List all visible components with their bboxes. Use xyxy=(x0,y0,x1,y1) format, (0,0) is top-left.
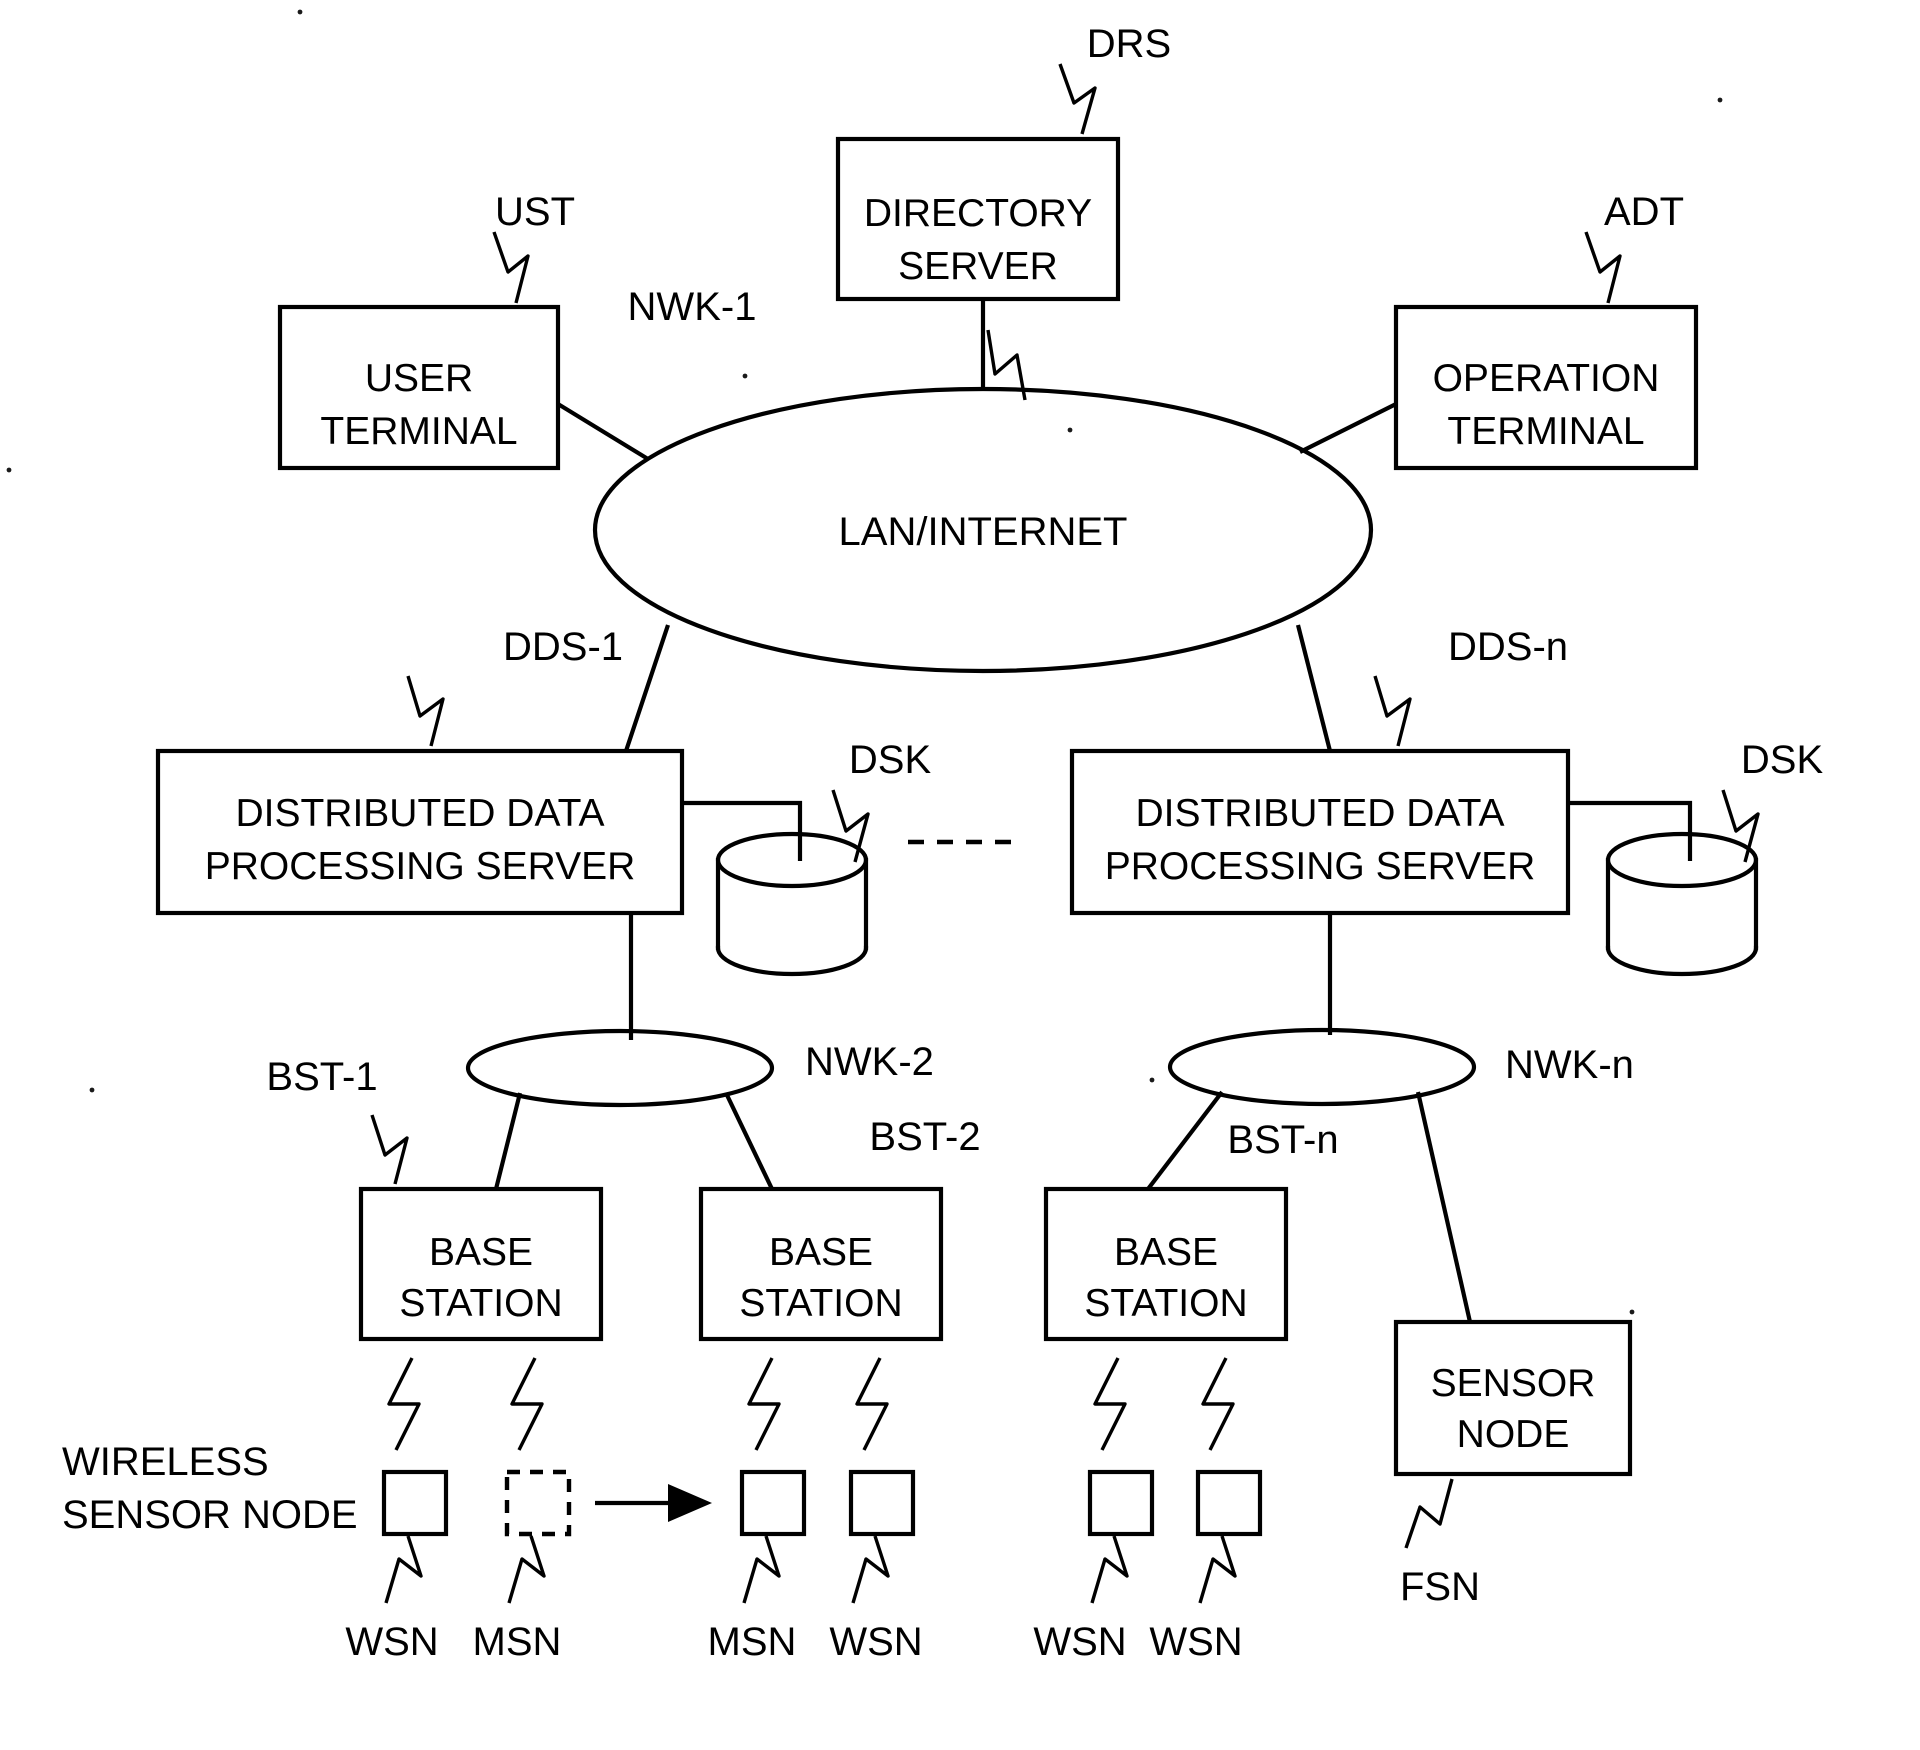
dds-1-ref-label: DDS-1 xyxy=(503,625,623,669)
directory-server-node[interactable]: DIRECTORY SERVER xyxy=(835,136,1121,302)
wireless-link-bolt-2 xyxy=(510,1357,544,1451)
bst-n-ref-label: BST-n xyxy=(1227,1118,1338,1162)
wsn1-leader xyxy=(384,1535,423,1604)
ddsn-leader xyxy=(1373,675,1412,747)
dds-n-disk[interactable] xyxy=(1568,800,1759,977)
dds-1-node[interactable]: DISTRIBUTED DATA PROCESSING SERVER xyxy=(155,748,685,916)
drs-leader xyxy=(1058,63,1097,135)
fsn-leader xyxy=(1404,1478,1454,1549)
sensor-node-square-3[interactable] xyxy=(739,1469,807,1537)
bst-1-label-line1: BASE xyxy=(429,1231,533,1274)
user-terminal-ref-label: UST xyxy=(495,190,575,234)
dds-1-label-line1: DISTRIBUTED DATA xyxy=(235,792,604,835)
link-nwk2-to-bst2 xyxy=(724,1092,774,1190)
nwk-n-ref-label: NWK-n xyxy=(1505,1043,1634,1087)
sensor-ref-label-5: WSN xyxy=(1033,1620,1126,1664)
lan-internet-cloud[interactable]: LAN/INTERNET xyxy=(592,386,1374,674)
wsn4-leader xyxy=(851,1535,890,1604)
link-nwkn-to-bstn xyxy=(1146,1090,1224,1191)
nwk-n-network[interactable] xyxy=(1167,1027,1477,1107)
sensor-node-square-1[interactable] xyxy=(381,1469,449,1537)
legend-label-line1: WIRELESS xyxy=(62,1440,269,1484)
wireless-link-bolt-5 xyxy=(1093,1357,1127,1451)
dds-n-node[interactable]: DISTRIBUTED DATA PROCESSING SERVER xyxy=(1069,748,1571,916)
user-terminal-label-line1: USER xyxy=(365,357,473,400)
dds-n-label-line2: PROCESSING SERVER xyxy=(1105,845,1536,888)
base-station-n-node[interactable]: BASE STATION xyxy=(1043,1186,1289,1342)
dds-1-disk-ref-label: DSK xyxy=(849,738,932,782)
sensor-ref-label-6: WSN xyxy=(1149,1620,1242,1664)
sensor-ref-label-4: WSN xyxy=(829,1620,922,1664)
link-nwkn-to-fsn xyxy=(1415,1091,1473,1323)
link-ust-to-lan xyxy=(556,402,650,461)
nwk-2-ref-label: NWK-2 xyxy=(805,1040,934,1084)
user-terminal-label-line2: TERMINAL xyxy=(320,410,517,453)
diagram-svg: DIRECTORY SERVER DRS USER TERMINAL UST O… xyxy=(6,9,1824,1664)
operation-terminal-ref-label: ADT xyxy=(1604,190,1684,234)
sensor-ref-label-2: MSN xyxy=(473,1620,562,1664)
ust-leader xyxy=(492,231,530,304)
wireless-link-bolt-3 xyxy=(747,1357,781,1451)
wsn6-leader xyxy=(1198,1535,1237,1604)
sensor-ref-label-1: WSN xyxy=(345,1620,438,1664)
base-station-2-node[interactable]: BASE STATION xyxy=(698,1186,944,1342)
base-station-1-node[interactable]: BASE STATION xyxy=(358,1186,604,1342)
figure-canvas: DIRECTORY SERVER DRS USER TERMINAL UST O… xyxy=(0,0,1920,1750)
sensor-node-square-6[interactable] xyxy=(1195,1469,1263,1537)
operation-terminal-node[interactable]: OPERATION TERMINAL xyxy=(1393,304,1699,471)
directory-server-label-line1: DIRECTORY xyxy=(864,192,1092,235)
sensor-node-square-2-mobile[interactable] xyxy=(504,1469,572,1537)
wireless-sensor-node-legend: WIRELESS SENSOR NODE xyxy=(62,1440,358,1537)
link-nwk2-to-bst1 xyxy=(493,1092,523,1190)
fsn-label-line2: NODE xyxy=(1457,1413,1570,1456)
adt-leader xyxy=(1584,231,1622,304)
lan-internet-label: LAN/INTERNET xyxy=(839,510,1128,554)
fsn-label-line1: SENSOR xyxy=(1431,1362,1596,1405)
operation-terminal-label-line2: TERMINAL xyxy=(1447,410,1644,453)
sensor-node-square-4[interactable] xyxy=(848,1469,916,1537)
bst-1-ref-label: BST-1 xyxy=(266,1055,377,1099)
directory-server-ref-label: DRS xyxy=(1087,22,1171,66)
dds1-leader xyxy=(406,675,445,747)
dds-n-label-line1: DISTRIBUTED DATA xyxy=(1135,792,1504,835)
wireless-link-bolt-6 xyxy=(1201,1357,1235,1451)
wireless-link-bolt-4 xyxy=(855,1357,889,1451)
bst1-leader xyxy=(370,1114,409,1185)
directory-server-label-line2: SERVER xyxy=(898,245,1058,288)
bst-2-label-line2: STATION xyxy=(739,1282,902,1325)
bst-1-label-line2: STATION xyxy=(399,1282,562,1325)
user-terminal-node[interactable]: USER TERMINAL xyxy=(277,304,561,471)
fsn-ref-label: FSN xyxy=(1400,1565,1480,1609)
wireless-link-bolt-1 xyxy=(387,1357,421,1451)
sensor-node-fixed[interactable]: SENSOR NODE xyxy=(1393,1319,1633,1477)
bst-n-label-line2: STATION xyxy=(1084,1282,1247,1325)
dds-1-label-line2: PROCESSING SERVER xyxy=(205,845,636,888)
operation-terminal-label-line1: OPERATION xyxy=(1433,357,1660,400)
dds-n-disk-ref-label: DSK xyxy=(1741,738,1824,782)
bst-2-ref-label: BST-2 xyxy=(869,1115,980,1159)
dds-n-ref-label: DDS-n xyxy=(1448,625,1568,669)
bst-2-label-line1: BASE xyxy=(769,1231,873,1274)
link-lan-to-ddsn xyxy=(1295,624,1333,752)
link-lan-to-dds1 xyxy=(624,624,670,752)
link-adt-to-lan xyxy=(1299,402,1397,454)
dds-1-disk[interactable] xyxy=(682,800,869,977)
msn3-leader xyxy=(742,1535,781,1604)
sensor-node-square-5[interactable] xyxy=(1087,1469,1155,1537)
lan-cloud-ref-label: NWK-1 xyxy=(628,285,757,329)
wsn5-leader xyxy=(1090,1535,1129,1604)
mobile-node-movement-arrow xyxy=(595,1484,712,1522)
bst-n-label-line1: BASE xyxy=(1114,1231,1218,1274)
sensor-ref-label-3: MSN xyxy=(708,1620,797,1664)
msn2-leader xyxy=(507,1535,546,1604)
legend-label-line2: SENSOR NODE xyxy=(62,1493,358,1537)
